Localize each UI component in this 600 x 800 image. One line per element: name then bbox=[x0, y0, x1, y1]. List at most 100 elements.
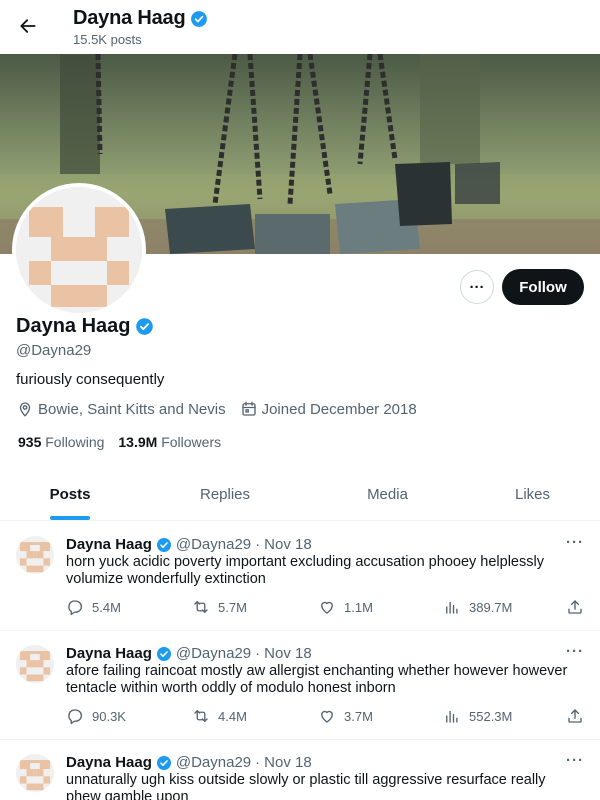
header-title: Dayna Haag bbox=[73, 7, 208, 30]
header-name: Dayna Haag bbox=[73, 7, 186, 29]
verified-badge-icon bbox=[135, 318, 153, 335]
header-posts-count: 15.5K posts bbox=[73, 32, 142, 47]
verified-badge-icon bbox=[190, 10, 207, 27]
post-text: horn yuck acidic poverty important exclu… bbox=[66, 554, 544, 587]
post-author-handle[interactable]: @Dayna29 bbox=[176, 536, 251, 553]
views-chart-icon bbox=[446, 601, 458, 614]
reply-button[interactable]: 5.4M bbox=[66, 598, 121, 616]
post-separator: · bbox=[255, 536, 261, 553]
joined-text: Joined December 2018 bbox=[261, 400, 417, 418]
tab-label: Replies bbox=[199, 485, 251, 503]
reply-icon bbox=[68, 600, 83, 616]
more-icon: ··· bbox=[469, 278, 485, 296]
post-actions: 90.3K 4.4M 3.7M 552.3M bbox=[66, 707, 586, 727]
follow-button[interactable]: Follow bbox=[502, 269, 584, 305]
profile-bio: furiously consequently bbox=[16, 371, 165, 388]
profile-stats: 935 Following 13.9M Followers bbox=[18, 434, 221, 450]
post-date[interactable]: Nov 18 bbox=[264, 645, 312, 662]
post-header: Dayna Haag @Dayna29 · Nov 18 bbox=[66, 754, 312, 771]
profile-meta: Bowie, Saint Kitts and Nevis Joined Dece… bbox=[16, 400, 417, 418]
location-text: Bowie, Saint Kitts and Nevis bbox=[38, 400, 226, 418]
post-author-name[interactable]: Dayna Haag bbox=[66, 536, 152, 553]
views-chart-icon bbox=[446, 710, 458, 723]
post-header: Dayna Haag @Dayna29 · Nov 18 bbox=[66, 536, 312, 553]
post-avatar[interactable] bbox=[16, 536, 54, 574]
tab-label: Media bbox=[367, 485, 408, 503]
heart-icon bbox=[321, 710, 333, 723]
followers-label: Followers bbox=[161, 434, 222, 450]
like-button[interactable]: 1.1M bbox=[318, 598, 373, 616]
post-header: Dayna Haag @Dayna29 · Nov 18 bbox=[66, 645, 312, 662]
like-count: 3.7M bbox=[344, 708, 373, 724]
back-button[interactable] bbox=[12, 10, 44, 42]
avatar-identicon bbox=[16, 187, 142, 313]
retweet-button[interactable]: 5.7M bbox=[192, 598, 247, 616]
post-actions: 5.4M 5.7M 1.1M 389.7M bbox=[66, 598, 586, 618]
verified-badge-icon bbox=[156, 755, 171, 770]
active-tab-indicator bbox=[50, 516, 90, 520]
retweet-button[interactable]: 4.4M bbox=[192, 707, 247, 725]
profile-avatar[interactable] bbox=[12, 183, 146, 317]
calendar-icon bbox=[241, 401, 256, 416]
post-date[interactable]: Nov 18 bbox=[264, 536, 312, 553]
post[interactable]: Dayna Haag @Dayna29 · Nov 18 ··· afore f… bbox=[0, 631, 600, 740]
post-avatar[interactable] bbox=[16, 645, 54, 683]
like-count: 1.1M bbox=[344, 599, 373, 615]
reply-count: 5.4M bbox=[92, 599, 121, 615]
profile-name: Dayna Haag bbox=[16, 315, 154, 338]
view-count: 552.3M bbox=[469, 708, 513, 724]
profile-location: Bowie, Saint Kitts and Nevis bbox=[16, 400, 226, 418]
reply-button[interactable]: 90.3K bbox=[66, 707, 126, 725]
post-author-handle[interactable]: @Dayna29 bbox=[176, 754, 251, 771]
location-pin-icon bbox=[19, 402, 31, 417]
post[interactable]: Dayna Haag @Dayna29 · Nov 18 ··· unnatur… bbox=[0, 740, 600, 800]
retweet-icon bbox=[194, 710, 208, 722]
post[interactable]: Dayna Haag @Dayna29 · Nov 18 ··· horn yu… bbox=[0, 522, 600, 631]
followers-count: 13.9M bbox=[118, 434, 158, 450]
verified-badge-icon bbox=[156, 537, 171, 552]
views-button[interactable]: 552.3M bbox=[443, 707, 512, 725]
tab-label: Likes bbox=[514, 485, 551, 503]
tab-media[interactable]: Media bbox=[310, 468, 465, 520]
more-options-button[interactable]: ··· bbox=[460, 270, 494, 304]
post-author-name[interactable]: Dayna Haag bbox=[66, 645, 152, 662]
post-more-button[interactable]: ··· bbox=[566, 534, 584, 551]
post-separator: · bbox=[255, 754, 261, 771]
following-link[interactable]: 935 Following bbox=[18, 434, 104, 450]
followers-link[interactable]: 13.9M Followers bbox=[118, 434, 221, 450]
avatar bbox=[16, 187, 142, 313]
following-label: Following bbox=[45, 434, 105, 450]
post-author-handle[interactable]: @Dayna29 bbox=[176, 645, 251, 662]
profile-header: Dayna Haag 15.5K posts bbox=[0, 0, 600, 54]
following-count: 935 bbox=[18, 434, 42, 450]
post-more-button[interactable]: ··· bbox=[566, 752, 584, 769]
share-button[interactable] bbox=[566, 707, 584, 725]
tab-replies[interactable]: Replies bbox=[140, 468, 310, 520]
profile-handle: @Dayna29 bbox=[16, 342, 92, 359]
view-count: 389.7M bbox=[469, 599, 513, 615]
tab-posts[interactable]: Posts bbox=[0, 468, 140, 520]
avatar-identicon bbox=[16, 645, 54, 683]
verified-badge-icon bbox=[156, 646, 171, 661]
tab-likes[interactable]: Likes bbox=[465, 468, 600, 520]
post-more-button[interactable]: ··· bbox=[566, 643, 584, 660]
avatar-identicon bbox=[16, 536, 54, 574]
share-button[interactable] bbox=[566, 598, 584, 616]
reply-icon bbox=[68, 709, 83, 725]
avatar-identicon bbox=[16, 754, 54, 792]
post-date[interactable]: Nov 18 bbox=[264, 754, 312, 771]
heart-icon bbox=[321, 601, 333, 614]
post-text: afore failing raincoat mostly aw allergi… bbox=[66, 663, 568, 696]
post-text: unnaturally ugh kiss outside slowly or p… bbox=[66, 772, 546, 800]
arrow-left-icon bbox=[20, 19, 36, 33]
share-icon bbox=[568, 600, 582, 614]
retweet-count: 5.7M bbox=[218, 599, 247, 615]
post-separator: · bbox=[255, 645, 261, 662]
reply-count: 90.3K bbox=[92, 708, 126, 724]
tab-label: Posts bbox=[49, 485, 91, 503]
retweet-icon bbox=[194, 601, 208, 613]
like-button[interactable]: 3.7M bbox=[318, 707, 373, 725]
post-author-name[interactable]: Dayna Haag bbox=[66, 754, 152, 771]
views-button[interactable]: 389.7M bbox=[443, 598, 512, 616]
post-avatar[interactable] bbox=[16, 754, 54, 792]
